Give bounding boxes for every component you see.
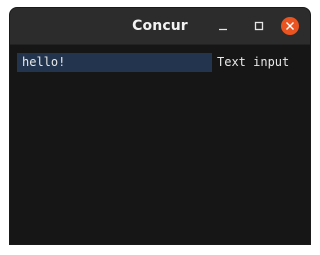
minimize-button[interactable]: [214, 17, 232, 35]
minimize-icon: [219, 28, 227, 31]
title-bar[interactable]: Concur: [10, 8, 310, 45]
text-input-field[interactable]: [17, 53, 212, 72]
main-content: Text input: [10, 45, 310, 244]
close-icon: [286, 22, 294, 30]
maximize-icon: [254, 21, 264, 31]
app-window: Concur Text input: [10, 8, 310, 244]
text-input-label: Text input: [217, 55, 290, 69]
close-button[interactable]: [281, 17, 299, 35]
maximize-button[interactable]: [250, 17, 268, 35]
